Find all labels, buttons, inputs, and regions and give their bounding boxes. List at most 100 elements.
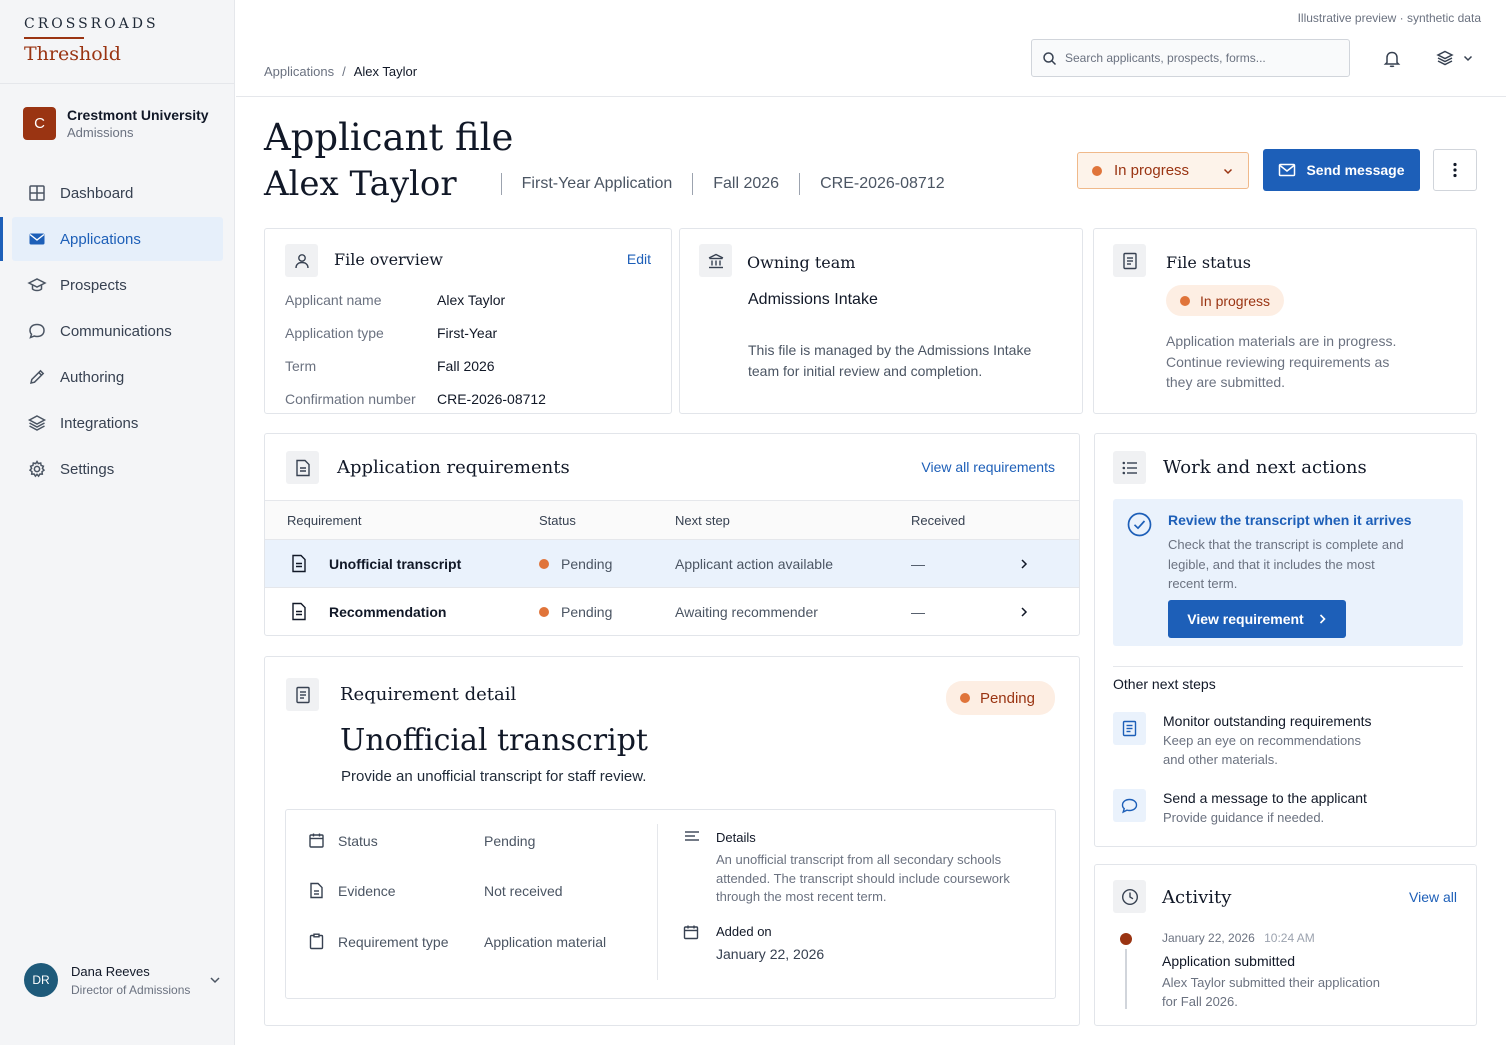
- detail-label: Requirement type: [338, 933, 449, 950]
- top-header: Illustrative preview · synthetic data Ap…: [236, 0, 1506, 97]
- owning-team-title: Owning team: [747, 253, 856, 272]
- breadcrumb-link-applications[interactable]: Applications: [264, 64, 334, 79]
- check-circle-icon: [1127, 512, 1152, 537]
- table-row[interactable]: Unofficial transcript Pending Applicant …: [265, 539, 1079, 588]
- overview-fields: Applicant name Alex Taylor Application ty…: [285, 292, 546, 419]
- detail-value: Not received: [484, 882, 563, 899]
- more-options-button[interactable]: [1433, 149, 1477, 191]
- status-dropdown[interactable]: In progress: [1077, 152, 1249, 189]
- requirements-title: Application requirements: [337, 457, 570, 478]
- chat-bubble-icon: [1113, 789, 1146, 822]
- next-step-item[interactable]: Monitor outstanding requirements Keep an…: [1113, 712, 1372, 769]
- chevron-down-icon[interactable]: [208, 973, 222, 987]
- details-icon: [684, 830, 700, 844]
- breadcrumb: Applications / Alex Taylor: [264, 64, 417, 79]
- activity-title: Activity: [1162, 887, 1232, 908]
- meta-divider: [799, 173, 801, 195]
- team-description-line: team for initial review and completion.: [748, 363, 983, 379]
- owning-team-card: Owning team Admissions Intake This file …: [679, 228, 1083, 414]
- requirement-next-step: Awaiting recommender: [675, 603, 818, 620]
- requirements-table: Requirement Status Next step Received Un…: [265, 500, 1079, 636]
- team-description-line: This file is managed by the Admissions I…: [748, 342, 1032, 358]
- details-label: Details: [716, 830, 756, 845]
- preview-note: Illustrative preview · synthetic data: [1297, 11, 1481, 25]
- chevron-down-icon: [1462, 52, 1474, 64]
- user-menu[interactable]: DR Dana Reeves Director of Admissions: [24, 963, 222, 997]
- field-value: Alex Taylor: [437, 292, 506, 308]
- status-dot: [959, 693, 970, 703]
- file-status-description: Application materials are in progress. C…: [1166, 331, 1396, 393]
- team-name: Admissions Intake: [748, 291, 878, 308]
- sidebar-item-label: Prospects: [60, 276, 127, 294]
- user-role: Director of Admissions: [71, 982, 191, 997]
- building-icon: [699, 244, 732, 277]
- org-switcher[interactable]: C Crestmont University Admissions: [23, 107, 209, 140]
- requirement-heading: Unofficial transcript: [340, 723, 648, 758]
- field-label: Confirmation number: [285, 391, 416, 407]
- next-step-title: Monitor outstanding requirements: [1163, 713, 1372, 729]
- status-badge-label: Pending: [979, 689, 1035, 707]
- other-next-steps-label: Other next steps: [1113, 676, 1216, 692]
- timeline-line: [1125, 949, 1127, 1009]
- activity-line: Alex Taylor submitted their application: [1162, 975, 1380, 990]
- graduation-cap-icon: [27, 275, 47, 295]
- envelope-icon: [1278, 163, 1296, 177]
- column-header: Requirement: [265, 500, 539, 540]
- sidebar-item-dashboard[interactable]: Dashboard: [12, 171, 223, 215]
- workspace-switcher[interactable]: [1436, 49, 1474, 67]
- bell-icon[interactable]: [1383, 49, 1401, 68]
- next-step-title: Send a message to the applicant: [1163, 790, 1367, 806]
- page-title: Applicant file: [264, 116, 514, 159]
- brand-wordmark: CROSSROADS: [24, 16, 159, 32]
- timeline-dot: [1120, 933, 1132, 945]
- search-input[interactable]: [1065, 51, 1335, 65]
- table-row[interactable]: Recommendation Pending Awaiting recommen…: [265, 588, 1079, 636]
- application-term: Fall 2026: [713, 175, 780, 192]
- details-line: through the most recent term.: [716, 889, 887, 904]
- status-dot: [1092, 165, 1102, 176]
- sidebar-item-communications[interactable]: Communications: [12, 309, 223, 353]
- chevron-right-icon[interactable]: [1019, 558, 1079, 570]
- sidebar-item-authoring[interactable]: Authoring: [12, 355, 223, 399]
- document-icon: [291, 602, 307, 621]
- added-on-value: January 22, 2026: [716, 946, 825, 962]
- breadcrumb-current: Alex Taylor: [353, 64, 418, 79]
- send-message-button[interactable]: Send message: [1263, 149, 1420, 191]
- meta-divider: [500, 173, 502, 195]
- grid-divider: [657, 824, 658, 980]
- file-status-card: File status In progress Application mate…: [1093, 228, 1477, 414]
- detail-row-evidence: Evidence Not received: [308, 882, 563, 899]
- breadcrumb-separator: /: [342, 64, 346, 79]
- view-all-requirements-link[interactable]: View all requirements: [921, 459, 1055, 475]
- field-application-type: Application type First-Year: [285, 325, 546, 341]
- brand-logo[interactable]: CROSSROADS Threshold: [0, 0, 234, 84]
- confirmation-number: CRE-2026-08712: [820, 175, 945, 192]
- sidebar-item-applications[interactable]: Applications: [0, 217, 223, 261]
- task-line: legible, and that it includes the most: [1168, 556, 1375, 572]
- status-badge: Pending: [945, 681, 1055, 715]
- activity-description: Alex Taylor submitted their application …: [1162, 973, 1380, 1011]
- list-icon: [1113, 451, 1146, 484]
- chevron-down-icon: [1222, 165, 1234, 177]
- calendar-check-icon: [308, 832, 325, 849]
- requirement-name: Unofficial transcript: [329, 555, 462, 572]
- view-requirement-button[interactable]: View requirement: [1168, 600, 1346, 638]
- status-dot: [539, 606, 549, 617]
- edit-link[interactable]: Edit: [627, 251, 651, 267]
- column-header-empty: [1019, 500, 1079, 540]
- layers-icon: [27, 413, 47, 433]
- view-all-activity-link[interactable]: View all: [1409, 889, 1457, 905]
- org-department: Admissions: [67, 125, 134, 140]
- chat-bubble-icon: [27, 321, 47, 341]
- search-box[interactable]: [1031, 39, 1350, 77]
- org-name: Crestmont University: [67, 107, 209, 123]
- sidebar-item-prospects[interactable]: Prospects: [12, 263, 223, 307]
- activity-event: Application submitted: [1162, 953, 1296, 969]
- document-list-icon: [1113, 712, 1146, 745]
- sidebar-item-settings[interactable]: Settings: [12, 447, 223, 491]
- activity-card: Activity View all January 22, 2026 10:24…: [1094, 864, 1477, 1026]
- task-title: Review the transcript when it arrives: [1168, 512, 1412, 528]
- sidebar-item-integrations[interactable]: Integrations: [12, 401, 223, 445]
- next-step-item[interactable]: Send a message to the applicant Provide …: [1113, 789, 1367, 827]
- chevron-right-icon[interactable]: [1019, 606, 1079, 618]
